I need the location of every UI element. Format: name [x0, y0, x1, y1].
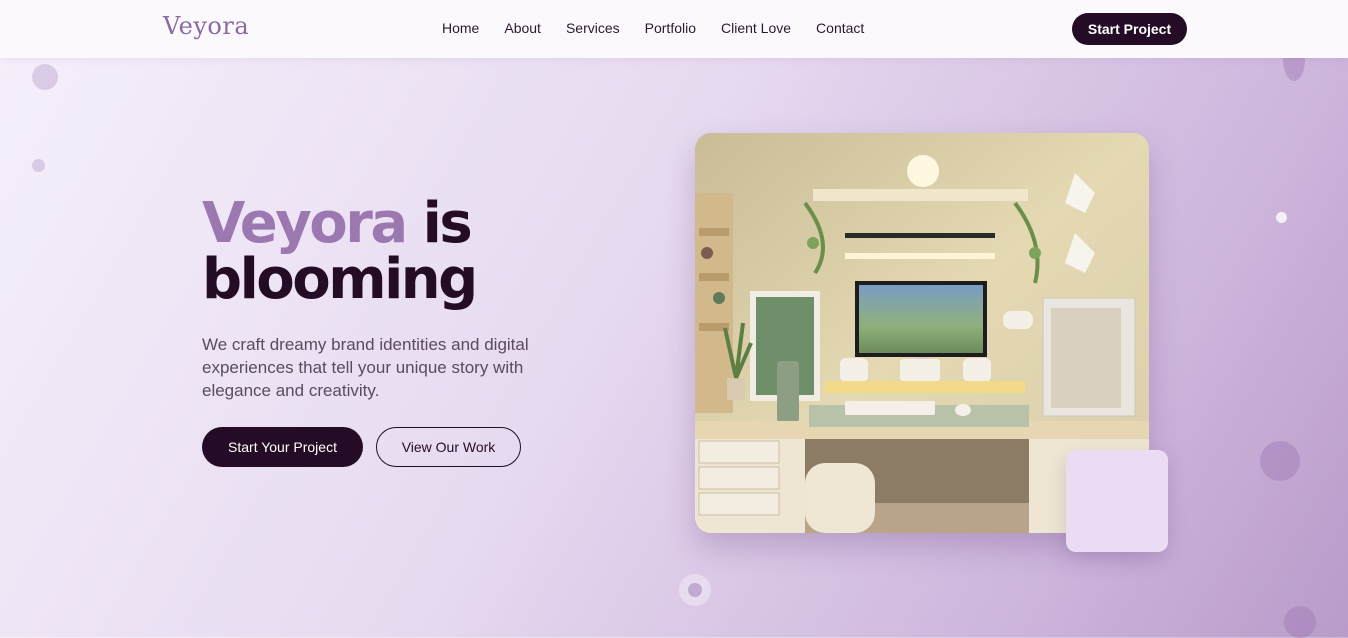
nav-link-contact[interactable]: Contact	[816, 20, 864, 36]
decor-bubble	[32, 64, 58, 90]
decor-bubble	[1284, 606, 1316, 638]
nav-link-about[interactable]: About	[504, 20, 541, 36]
nav-link-portfolio[interactable]: Portfolio	[645, 20, 696, 36]
hero-headline: Veyora is blooming	[202, 196, 478, 308]
decor-bubble	[32, 159, 45, 172]
decor-bubble	[688, 583, 702, 597]
hero-subtitle: We craft dreamy brand identities and dig…	[202, 335, 529, 400]
main-menu: Home About Services Portfolio Client Lov…	[442, 20, 889, 36]
nav-link-services[interactable]: Services	[566, 20, 620, 36]
nav-link-home[interactable]: Home	[442, 20, 479, 36]
decorative-card	[1066, 450, 1168, 552]
decor-bubble	[1260, 441, 1300, 481]
decor-bubble	[1276, 212, 1287, 223]
headline-word: blooming	[202, 247, 478, 312]
brand-logo[interactable]: Veyora	[163, 12, 249, 40]
view-our-work-button[interactable]: View Our Work	[376, 427, 521, 467]
top-navigation: Veyora Home About Services Portfolio Cli…	[0, 0, 1348, 58]
nav-link-client-love[interactable]: Client Love	[721, 20, 791, 36]
start-your-project-button[interactable]: Start Your Project	[202, 427, 363, 467]
start-project-button[interactable]: Start Project	[1072, 13, 1187, 45]
